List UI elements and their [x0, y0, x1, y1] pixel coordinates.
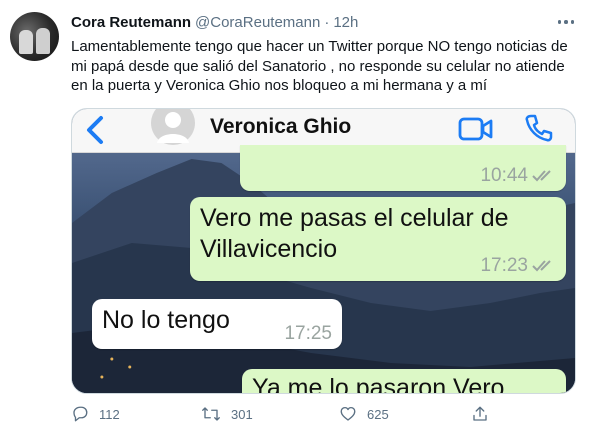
like-button[interactable]: 625 — [339, 402, 389, 426]
message-text: Vero me pasas el celular de Villavicenci… — [200, 203, 509, 265]
user-handle[interactable]: @CoraReutemann — [195, 14, 320, 31]
tweet-header: Cora Reutemann @CoraReutemann · 12h — [71, 12, 358, 32]
reply-icon — [73, 406, 88, 422]
read-ticks-icon — [532, 170, 551, 182]
message-text-line: Villavicencio — [200, 235, 338, 263]
message-bubble-outgoing: 10:44 — [240, 145, 566, 191]
tweet-text: Lamentablemente tengo que hacer un Twitt… — [71, 38, 568, 94]
message-time: 10:44 — [480, 165, 528, 186]
message-text: Ya me lo pasaron Vero — [252, 374, 505, 394]
like-count: 625 — [367, 406, 389, 422]
retweet-button[interactable]: 301 — [201, 402, 253, 426]
display-name[interactable]: Cora Reutemann — [71, 14, 191, 31]
message-text-line: Vero me pasas el celular de — [200, 204, 509, 232]
profile-avatar[interactable] — [10, 12, 59, 61]
read-ticks-icon — [532, 260, 551, 272]
message-time: 17:25 — [284, 323, 332, 344]
tweet-time[interactable]: 12h — [333, 14, 358, 31]
heart-icon — [340, 406, 356, 421]
message-time: 17:23 — [480, 255, 528, 276]
back-chevron-icon[interactable] — [84, 115, 106, 145]
retweet-icon — [202, 407, 220, 421]
message-meta: 17:25 — [284, 323, 332, 345]
separator-dot: · — [324, 13, 330, 31]
message-meta: 17:23 — [480, 255, 556, 277]
reply-button[interactable]: 112 — [71, 402, 120, 426]
reply-count: 112 — [99, 406, 120, 422]
message-bubble-outgoing: Vero me pasas el celular de Villavicenci… — [190, 197, 566, 281]
more-options-icon[interactable] — [555, 12, 577, 32]
tweet-media-image[interactable]: Veronica Ghio 10:44 Vero me pasas el cel… — [71, 108, 576, 394]
message-meta: 10:44 — [480, 165, 556, 187]
message-bubble-incoming: No lo tengo 17:25 — [92, 299, 342, 349]
share-button[interactable] — [471, 402, 489, 426]
chat-contact-name[interactable]: Veronica Ghio — [210, 115, 351, 139]
phone-call-icon[interactable] — [524, 113, 554, 143]
video-call-icon[interactable] — [458, 115, 494, 143]
retweet-count: 301 — [231, 406, 253, 422]
message-text: No lo tengo — [102, 306, 230, 334]
contact-avatar-icon[interactable] — [151, 109, 195, 147]
tweet-action-bar: 112 301 625 — [71, 402, 576, 426]
message-bubble-outgoing: Ya me lo pasaron Vero — [242, 369, 566, 394]
share-icon — [473, 406, 487, 421]
